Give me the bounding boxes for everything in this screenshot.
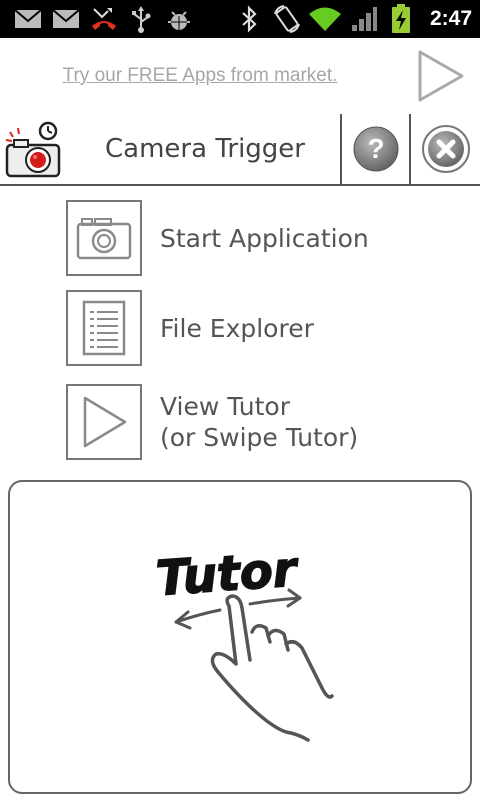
- menu-label-line: View Tutor: [160, 392, 290, 421]
- title-bar: Camera Trigger ?: [0, 114, 480, 186]
- play-icon: [83, 396, 127, 448]
- gmail-icon: [52, 0, 80, 38]
- usb-icon: [130, 0, 152, 38]
- camera-timer-icon: [4, 120, 62, 182]
- document-list-icon: [82, 300, 126, 356]
- ad-banner[interactable]: Try our FREE Apps from market.: [0, 38, 480, 116]
- app-title: Camera Trigger: [105, 134, 305, 164]
- play-icon[interactable]: [416, 50, 466, 106]
- close-button[interactable]: [420, 125, 472, 177]
- signal-icon: [350, 0, 378, 38]
- menu-label-line: Start Application: [160, 223, 369, 253]
- menu-icon-box[interactable]: [66, 290, 142, 366]
- menu-item-view-tutor[interactable]: View Tutor (or Swipe Tutor): [66, 384, 466, 460]
- menu-label: View Tutor (or Swipe Tutor): [160, 384, 358, 460]
- tutor-panel[interactable]: Tutor: [8, 480, 472, 794]
- camera-icon: [76, 218, 132, 260]
- rotate-icon: [272, 0, 302, 38]
- gmail-icon: [14, 0, 42, 38]
- menu-label: Start Application: [160, 200, 369, 276]
- wifi-icon: [308, 0, 342, 38]
- missed-call-icon: [90, 0, 118, 38]
- svg-text:?: ?: [367, 133, 384, 164]
- close-icon: [422, 125, 470, 173]
- menu-item-start-application[interactable]: Start Application: [66, 200, 466, 276]
- menu-label-line: File Explorer: [160, 313, 314, 343]
- bluetooth-icon: [240, 0, 258, 38]
- help-icon: ?: [353, 126, 399, 172]
- menu-item-file-explorer[interactable]: File Explorer: [66, 290, 466, 366]
- help-button[interactable]: ?: [352, 125, 400, 177]
- menu-label-subline: (or Swipe Tutor): [160, 423, 359, 452]
- battery-charging-icon: [388, 0, 414, 38]
- status-time: 2:47: [429, 7, 472, 30]
- title-divider: [409, 114, 411, 184]
- menu-icon-box[interactable]: [66, 200, 142, 276]
- android-debug-icon: [166, 0, 192, 38]
- ad-link[interactable]: Try our FREE Apps from market.: [0, 38, 400, 114]
- title-divider: [340, 114, 342, 184]
- status-bar: 2:47: [0, 0, 480, 38]
- menu-icon-box[interactable]: [66, 384, 142, 460]
- swipe-hand-icon: Tutor: [154, 540, 334, 742]
- menu-label: File Explorer: [160, 290, 314, 366]
